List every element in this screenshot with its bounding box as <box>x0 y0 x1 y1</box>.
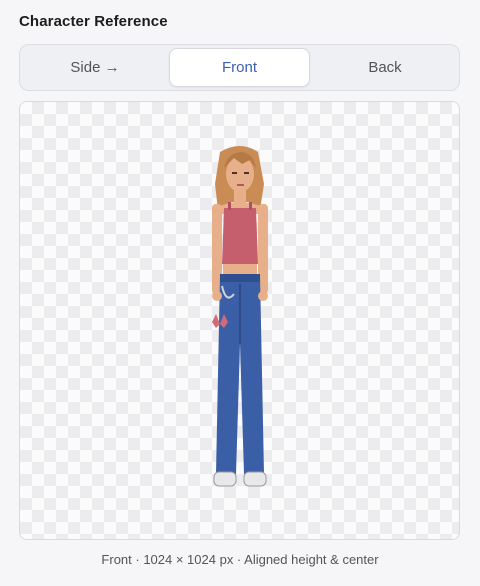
tab-side[interactable]: Side → <box>22 48 168 87</box>
tab-front[interactable]: Front <box>169 48 310 87</box>
image-caption: Front · 1024 × 1024 px · Aligned height … <box>101 552 379 567</box>
tank-top <box>222 208 258 264</box>
character-reference-panel: Character Reference Side → Front Back Fr… <box>0 0 480 586</box>
left-sneaker <box>213 471 237 487</box>
tab-back[interactable]: Back <box>312 48 458 87</box>
right-sneaker <box>243 471 267 487</box>
character-sprite <box>212 146 268 487</box>
panel-title: Character Reference <box>19 13 168 30</box>
view-segmented-control: Side → Front Back <box>19 44 460 91</box>
image-viewer <box>19 101 460 540</box>
